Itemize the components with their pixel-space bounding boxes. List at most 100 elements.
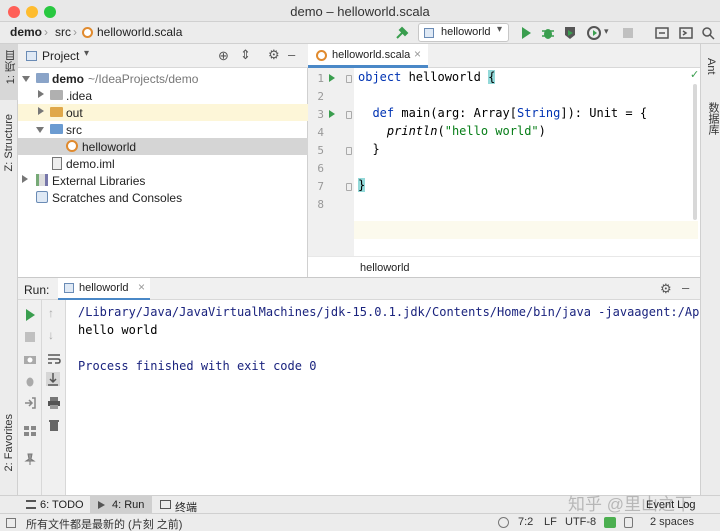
status-message[interactable]: 所有文件都是最新的 (片刻 之前) (26, 516, 182, 531)
expand-arrow-icon[interactable] (36, 127, 44, 133)
code-line-3[interactable]: def main(arg: Array[String]): Unit = { (358, 106, 647, 120)
tree-item-external-libraries[interactable]: External Libraries (18, 172, 308, 189)
indent-setting[interactable]: 2 spaces (650, 516, 694, 528)
expand-arrow-icon[interactable] (22, 175, 28, 183)
caret-position[interactable]: 7:2 (518, 516, 533, 528)
code-text: helloworld (401, 70, 489, 84)
git-status-icon[interactable] (604, 517, 616, 528)
run-icon[interactable] (518, 25, 534, 41)
close-icon[interactable]: × (414, 47, 421, 61)
expand-arrow-icon[interactable] (38, 107, 44, 115)
tree-item-demo-iml[interactable]: demo.iml (18, 155, 308, 172)
fold-marker-icon[interactable] (346, 75, 352, 83)
console-output[interactable]: /Library/Java/JavaVirtualMachines/jdk-15… (70, 300, 700, 496)
run-tab-helloworld[interactable]: helloworld × (58, 278, 150, 300)
git-icon[interactable] (654, 25, 670, 41)
hide-panel-icon[interactable]: – (288, 47, 295, 62)
code-line-5[interactable]: } (358, 142, 379, 156)
gear-icon[interactable]: ⚙ (660, 281, 672, 297)
fold-marker-icon[interactable] (346, 183, 352, 191)
print-icon[interactable] (47, 396, 61, 410)
editor-tab-helloworld[interactable]: helloworld.scala × (308, 44, 428, 68)
stop-icon[interactable] (23, 330, 37, 344)
soft-wrap-icon[interactable] (47, 352, 61, 366)
run-tab-label: helloworld (79, 282, 129, 294)
tree-item-src[interactable]: src (18, 121, 308, 138)
scala-object-icon (66, 140, 78, 152)
arrow-down-icon[interactable]: ↓ (48, 328, 54, 342)
editor-scrollbar[interactable] (693, 84, 697, 220)
gear-icon[interactable]: ⚙ (268, 47, 280, 63)
code-line-4[interactable]: println("hello world") (358, 124, 546, 138)
inspection-ok-icon[interactable]: ✓ (690, 68, 699, 81)
editor-breadcrumb[interactable]: helloworld (360, 262, 410, 274)
fold-marker-icon[interactable] (346, 147, 352, 155)
collapse-all-icon[interactable]: ⇕ (240, 47, 251, 63)
tree-item-scratches[interactable]: Scratches and Consoles (18, 189, 308, 206)
build-hammer-icon[interactable] (394, 25, 410, 41)
expand-arrow-icon[interactable] (38, 90, 44, 98)
code-line-1[interactable]: object helloworld { (358, 70, 496, 84)
tree-item-label: helloworld (82, 140, 137, 154)
editor-tab-label: helloworld.scala (332, 49, 411, 61)
chevron-down-icon[interactable]: ▾ (84, 48, 89, 59)
bug-icon[interactable] (23, 374, 37, 388)
event-log-tool-tab[interactable]: Event Log (640, 496, 700, 514)
editor-tab-bar: helloworld.scala × (308, 44, 700, 68)
code-function: println (386, 124, 438, 138)
terminal-toggle-icon[interactable] (678, 25, 694, 41)
todo-tool-tab[interactable]: 6: TODO (20, 496, 90, 514)
locate-file-icon[interactable]: ⊕ (218, 48, 229, 64)
scala-object-icon (82, 27, 93, 38)
structure-tool-tab[interactable]: Z: Structure (0, 112, 18, 192)
tree-item-label: out (66, 106, 83, 120)
search-icon[interactable] (700, 25, 716, 41)
rerun-icon[interactable] (23, 308, 37, 322)
pin-icon[interactable] (23, 452, 37, 466)
terminal-tool-tab[interactable]: 终端 (156, 496, 206, 514)
run-gutter-icon[interactable] (329, 110, 335, 118)
line-separator[interactable]: LF (544, 516, 557, 528)
debug-icon[interactable] (540, 25, 556, 41)
run-tool-tab[interactable]: 4: Run (90, 496, 152, 514)
fold-marker-icon[interactable] (346, 111, 352, 119)
lock-icon[interactable] (624, 517, 633, 528)
breadcrumb-file[interactable]: helloworld.scala (97, 25, 182, 39)
tree-item-idea[interactable]: .idea (18, 87, 308, 104)
project-tab-label: 1: 项目 (5, 50, 17, 85)
trash-icon[interactable] (47, 418, 61, 432)
profile-icon[interactable] (586, 25, 602, 41)
file-encoding[interactable]: UTF-8 (565, 516, 596, 528)
breadcrumb-separator-icon: › (44, 25, 48, 39)
camera-icon[interactable] (23, 352, 37, 366)
close-icon[interactable]: × (138, 280, 145, 294)
breadcrumb-src[interactable]: src (55, 25, 71, 39)
tree-item-demo[interactable]: demo ~/IdeaProjects/demo (18, 70, 308, 87)
coverage-icon[interactable] (562, 25, 578, 41)
favorites-tool-tab[interactable]: 2: Favorites (0, 414, 18, 494)
layout-icon[interactable] (23, 424, 37, 438)
login-icon[interactable] (23, 396, 37, 410)
run-gutter-icon[interactable] (329, 74, 335, 82)
hide-panel-icon[interactable]: – (682, 280, 689, 295)
tree-item-helloworld[interactable]: helloworld (18, 138, 308, 155)
tree-item-out[interactable]: out (18, 104, 308, 121)
toggle-tool-windows-icon[interactable] (6, 518, 16, 528)
line-number: 7 (317, 180, 324, 193)
clock-icon[interactable] (498, 517, 509, 528)
scroll-to-end-icon[interactable] (46, 372, 60, 386)
stop-icon[interactable] (620, 25, 636, 41)
project-view-selector[interactable]: Project (42, 49, 79, 63)
tree-item-label: demo (52, 72, 85, 86)
project-tool-tab[interactable]: 1: 项目 (0, 44, 18, 100)
run-configuration-selector[interactable]: helloworld ▾ (418, 23, 509, 42)
database-tool-tab[interactable]: 数据库 (701, 98, 720, 148)
code-line-7[interactable]: } (358, 178, 366, 192)
expand-arrow-icon[interactable] (22, 76, 30, 82)
ant-tool-tab[interactable]: Ant (701, 48, 720, 88)
chevron-down-icon[interactable]: ▾ (604, 26, 609, 37)
console-line: hello world (78, 323, 158, 337)
breadcrumb-project[interactable]: demo (10, 25, 42, 39)
line-number: 5 (317, 144, 324, 157)
arrow-up-icon[interactable]: ↑ (48, 306, 54, 320)
